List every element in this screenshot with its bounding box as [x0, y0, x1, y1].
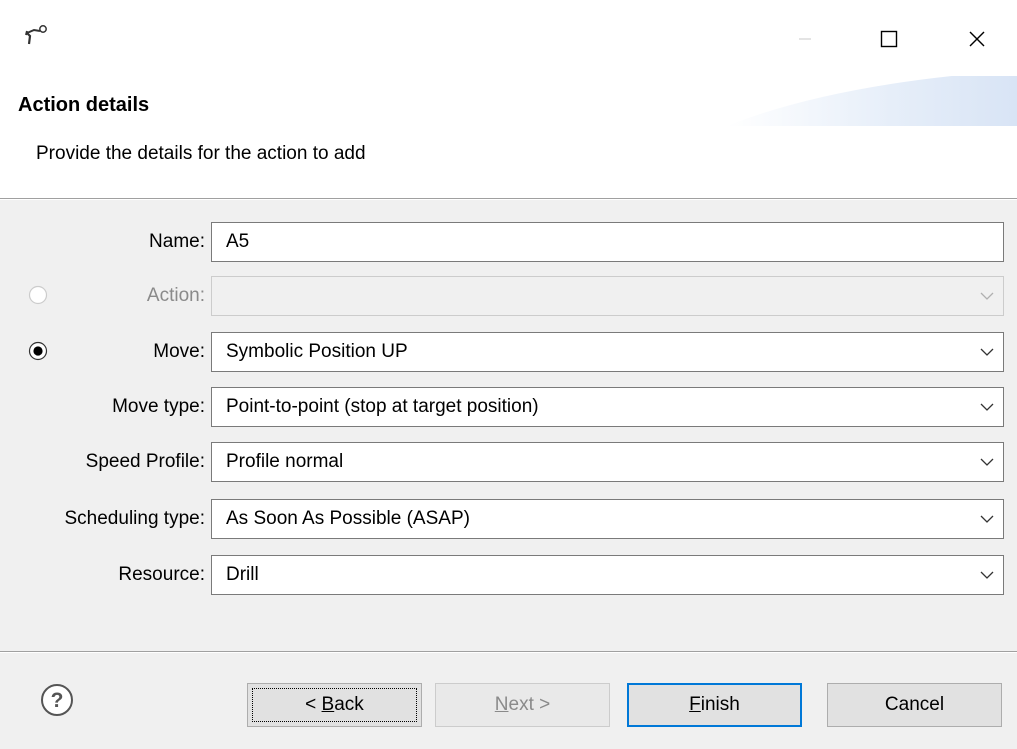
chevron-down-icon [980, 515, 994, 523]
finish-button[interactable]: Finish [627, 683, 802, 727]
divider-highlight [0, 652, 1017, 653]
speed-profile-label: Speed Profile: [85, 451, 205, 472]
chevron-down-icon [980, 571, 994, 579]
chevron-down-icon [980, 403, 994, 411]
robot-arm-icon [25, 25, 47, 45]
minimize-button[interactable] [782, 18, 828, 60]
scheduling-type-label: Scheduling type: [64, 508, 206, 529]
finish-button-label: Finish [689, 694, 740, 716]
help-icon[interactable]: ? [40, 683, 74, 717]
divider-highlight [0, 199, 1017, 200]
action-radio[interactable] [28, 285, 48, 305]
name-value: A5 [226, 231, 250, 252]
header-banner-graphic [727, 76, 1017, 126]
cancel-button[interactable]: Cancel [827, 683, 1002, 727]
close-icon [969, 31, 985, 47]
maximize-button[interactable] [866, 18, 912, 60]
title-bar [0, 0, 1017, 76]
close-button[interactable] [954, 18, 1000, 60]
next-rest: ext > [508, 694, 551, 715]
wizard-dialog: Action details Provide the details for t… [0, 0, 1017, 749]
chevron-down-icon [980, 458, 994, 466]
scheduling-type-row: Scheduling type: As Soon As Possible (AS… [0, 499, 1017, 539]
move-row: Move: Symbolic Position UP [0, 332, 1017, 372]
move-type-value: Point-to-point (stop at target position) [226, 396, 539, 417]
chevron-down-icon [980, 292, 994, 300]
resource-row: Resource: Drill [0, 555, 1017, 595]
scheduling-type-dropdown[interactable]: As Soon As Possible (ASAP) [211, 499, 1004, 539]
chevron-down-icon [980, 348, 994, 356]
move-type-row: Move type: Point-to-point (stop at targe… [0, 387, 1017, 427]
svg-text:?: ? [51, 689, 64, 712]
resource-label: Resource: [118, 564, 205, 585]
next-mnemonic: N [494, 694, 509, 715]
move-radio[interactable] [28, 341, 48, 361]
move-label: Move: [153, 341, 205, 362]
finish-mnemonic: F [689, 694, 701, 715]
back-prefix: < [305, 694, 322, 715]
resource-dropdown[interactable]: Drill [211, 555, 1004, 595]
move-dropdown[interactable]: Symbolic Position UP [211, 332, 1004, 372]
cancel-button-label: Cancel [884, 694, 945, 715]
speed-profile-dropdown[interactable]: Profile normal [211, 442, 1004, 482]
name-input[interactable]: A5 [211, 222, 1004, 262]
back-button[interactable]: < Back [247, 683, 422, 727]
action-label: Action: [146, 285, 205, 306]
move-type-label: Move type: [112, 396, 205, 417]
back-mnemonic: B [321, 694, 335, 715]
resource-value: Drill [226, 564, 259, 585]
action-dropdown[interactable] [211, 276, 1004, 316]
minimize-icon [799, 38, 811, 40]
finish-rest: inish [700, 694, 740, 715]
name-row: Name: A5 [0, 222, 1017, 262]
page-title: Action details [18, 94, 150, 116]
speed-profile-row: Speed Profile: Profile normal [0, 442, 1017, 482]
back-rest: ack [334, 694, 364, 715]
next-button-label: Next > [495, 694, 550, 716]
move-value: Symbolic Position UP [226, 341, 408, 362]
back-button-label: < Back [305, 694, 364, 716]
speed-profile-value: Profile normal [226, 451, 344, 472]
maximize-icon [880, 30, 898, 48]
move-type-dropdown[interactable]: Point-to-point (stop at target position) [211, 387, 1004, 427]
next-button[interactable]: Next > [435, 683, 610, 727]
scheduling-type-value: As Soon As Possible (ASAP) [226, 508, 470, 529]
action-row: Action: [0, 276, 1017, 316]
name-label: Name: [149, 231, 205, 252]
wizard-header: Action details Provide the details for t… [0, 76, 1017, 198]
page-description: Provide the details for the action to ad… [36, 143, 366, 164]
